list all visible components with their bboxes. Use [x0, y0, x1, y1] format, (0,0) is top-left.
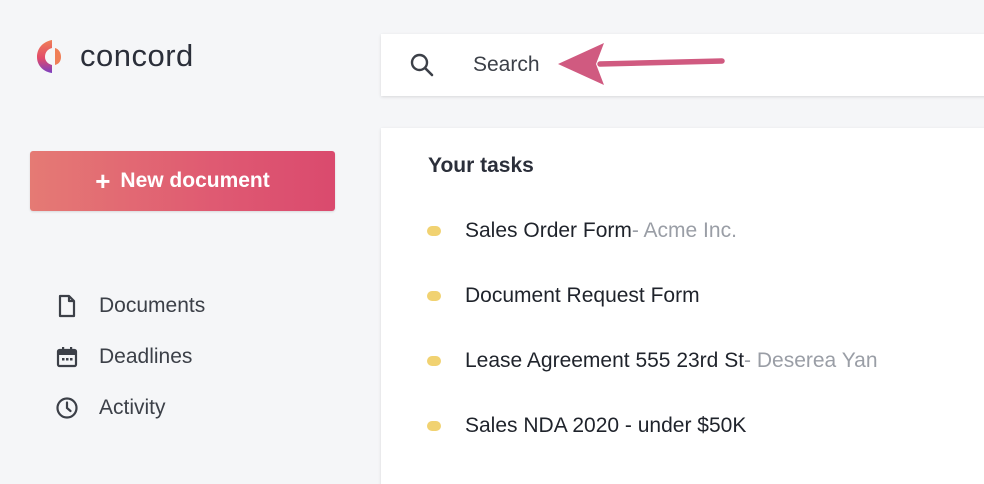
status-dot-icon — [427, 420, 441, 431]
new-document-button[interactable]: + New document — [30, 151, 335, 211]
task-name: Sales NDA 2020 - under $50K — [465, 413, 747, 437]
concord-logo[interactable]: concord — [34, 36, 194, 76]
task-item[interactable]: Lease Agreement 555 23rd St - Deserea Ya… — [427, 328, 878, 393]
brand-name: concord — [80, 38, 194, 73]
sidebar-item-deadlines[interactable]: Deadlines — [54, 331, 205, 382]
app-page: concord + New document Documents Deadlin… — [0, 0, 984, 484]
new-document-label: New document — [120, 169, 270, 192]
status-dot-icon — [427, 355, 441, 366]
status-dot-icon — [427, 290, 441, 301]
task-list: Sales Order Form - Acme Inc. Document Re… — [427, 198, 878, 458]
plus-icon: + — [95, 166, 111, 196]
search-icon[interactable] — [407, 50, 437, 80]
task-item[interactable]: Sales NDA 2020 - under $50K — [427, 393, 878, 458]
tasks-title: Your tasks — [428, 154, 534, 177]
sidebar-item-label: Deadlines — [99, 344, 193, 368]
sidebar-item-label: Activity — [99, 395, 166, 419]
sidebar-nav: Documents Deadlines Activity — [54, 280, 205, 433]
sidebar-item-label: Documents — [99, 293, 206, 317]
tasks-panel: Your tasks Sales Order Form - Acme Inc. … — [381, 128, 984, 484]
task-name: Lease Agreement 555 23rd St — [465, 348, 745, 372]
task-company: - Acme Inc. — [631, 218, 737, 242]
clock-icon — [54, 395, 80, 421]
search-input[interactable] — [473, 45, 873, 85]
sidebar-item-activity[interactable]: Activity — [54, 382, 205, 433]
status-dot-icon — [427, 225, 441, 236]
task-name: Sales Order Form — [465, 218, 632, 242]
concord-logo-icon — [37, 40, 61, 73]
task-company: - Deserea Yan — [744, 348, 878, 372]
task-name: Document Request Form — [465, 283, 700, 307]
task-item[interactable]: Document Request Form — [427, 263, 878, 328]
calendar-icon — [54, 344, 80, 370]
task-item[interactable]: Sales Order Form - Acme Inc. — [427, 198, 878, 263]
sidebar-item-documents[interactable]: Documents — [54, 280, 205, 331]
document-icon — [54, 293, 80, 319]
search-bar[interactable] — [381, 34, 984, 96]
